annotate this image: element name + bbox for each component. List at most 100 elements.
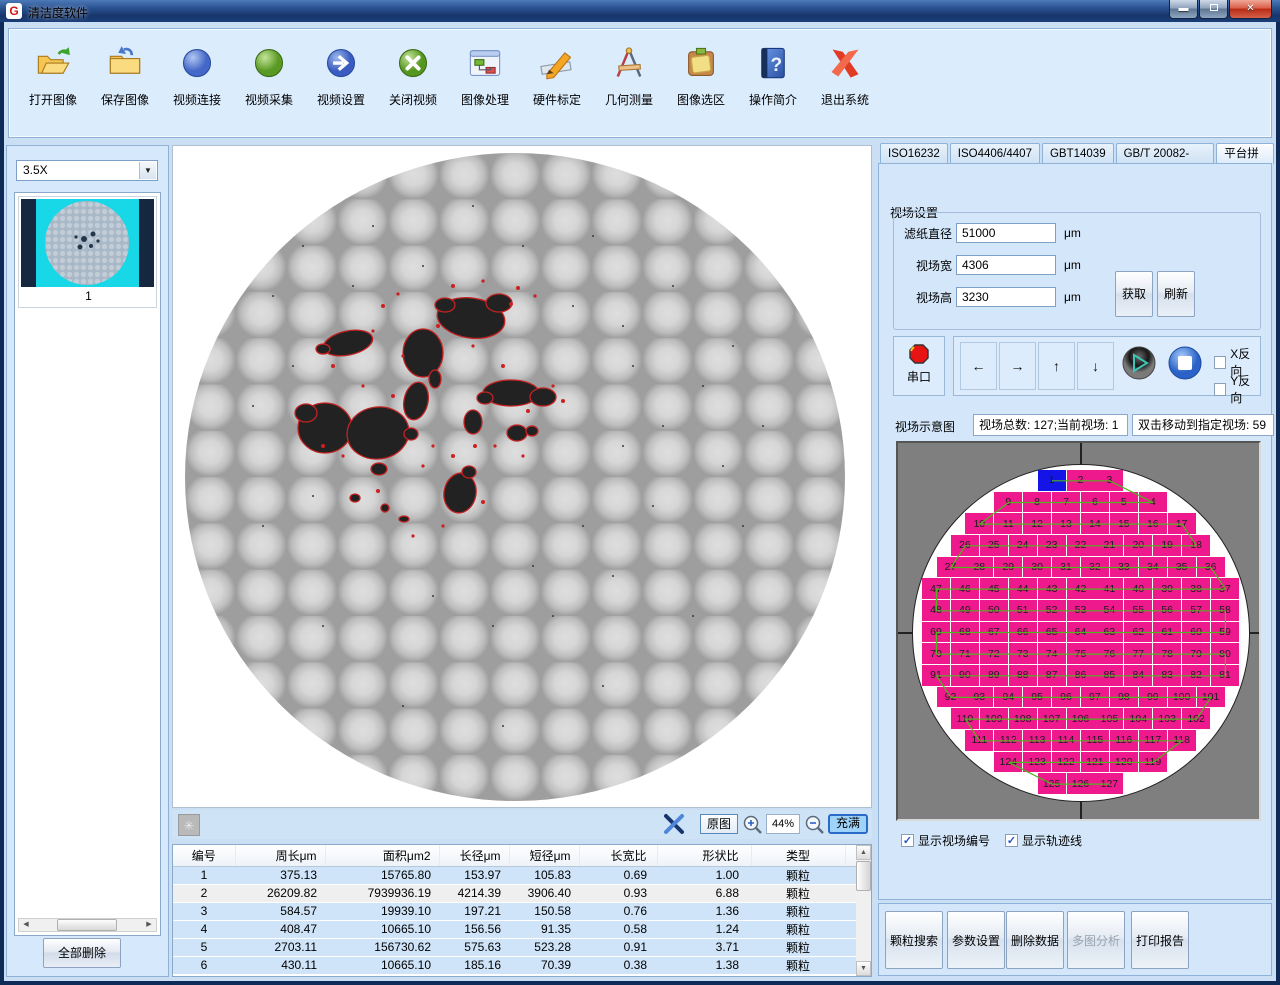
original-size-button[interactable]: 原图 bbox=[700, 814, 738, 834]
field-cell-50[interactable]: 50 bbox=[980, 600, 1008, 621]
field-cell-124[interactable]: 124 bbox=[994, 752, 1022, 773]
field-cell-45[interactable]: 45 bbox=[980, 578, 1008, 599]
field-cell-126[interactable]: 126 bbox=[1067, 773, 1095, 794]
field-cell-113[interactable]: 113 bbox=[1023, 730, 1051, 751]
tab-gbt20082[interactable]: GB/T 20082-2006 bbox=[1116, 143, 1215, 163]
field-cell-107[interactable]: 107 bbox=[1038, 708, 1066, 729]
field-cell-12[interactable]: 12 bbox=[1023, 513, 1051, 534]
particle-search-button[interactable]: 颗粒搜索 bbox=[885, 911, 943, 969]
field-cell-37[interactable]: 37 bbox=[1211, 578, 1239, 599]
field-cell-16[interactable]: 16 bbox=[1139, 513, 1167, 534]
table-row[interactable]: 226209.827939936.194214.393906.400.936.8… bbox=[173, 884, 857, 902]
field-cell-6[interactable]: 6 bbox=[1081, 492, 1109, 513]
goto-field-input[interactable]: 双击移动到指定视场: 59 bbox=[1132, 414, 1274, 436]
delete-data-button[interactable]: 删除数据 bbox=[1006, 911, 1064, 969]
show-field-numbers-checkbox[interactable]: ✓ 显示视场编号 bbox=[901, 832, 990, 849]
tab-iso4406-4407[interactable]: ISO4406/4407 bbox=[950, 143, 1040, 163]
minimize-button[interactable]: ▬ bbox=[1169, 0, 1198, 19]
field-cell-8[interactable]: 8 bbox=[1023, 492, 1051, 513]
field-cell-5[interactable]: 5 bbox=[1110, 492, 1138, 513]
field-cell-116[interactable]: 116 bbox=[1110, 730, 1138, 751]
field-cell-98[interactable]: 98 bbox=[1110, 687, 1138, 708]
field-cell-108[interactable]: 108 bbox=[1009, 708, 1037, 729]
field-cell-114[interactable]: 114 bbox=[1052, 730, 1080, 751]
field-cell-81[interactable]: 81 bbox=[1211, 665, 1239, 686]
field-cell-78[interactable]: 78 bbox=[1153, 643, 1181, 664]
field-cell-120[interactable]: 120 bbox=[1110, 752, 1138, 773]
hscroll-thumb[interactable] bbox=[57, 919, 117, 931]
field-cell-39[interactable]: 39 bbox=[1153, 578, 1181, 599]
magnification-select[interactable]: 3.5X ▼ bbox=[16, 160, 158, 181]
stop-scan-button[interactable] bbox=[1166, 344, 1208, 388]
toolbar-video-capture[interactable]: 视频采集 bbox=[233, 37, 305, 129]
field-cell-30[interactable]: 30 bbox=[1023, 557, 1051, 578]
field-cell-70[interactable]: 70 bbox=[922, 643, 950, 664]
field-cell-117[interactable]: 117 bbox=[1139, 730, 1167, 751]
field-cell-13[interactable]: 13 bbox=[1052, 513, 1080, 534]
field-cell-123[interactable]: 123 bbox=[1023, 752, 1051, 773]
field-cell-2[interactable]: 2 bbox=[1067, 470, 1095, 491]
field-cell-97[interactable]: 97 bbox=[1081, 687, 1109, 708]
field-cell-71[interactable]: 71 bbox=[951, 643, 979, 664]
field-cell-99[interactable]: 99 bbox=[1139, 687, 1167, 708]
field-cell-76[interactable]: 76 bbox=[1095, 643, 1123, 664]
field-cell-62[interactable]: 62 bbox=[1124, 622, 1152, 643]
field-cell-58[interactable]: 58 bbox=[1211, 600, 1239, 621]
col-header[interactable]: 编号 bbox=[173, 845, 235, 866]
field-cell-57[interactable]: 57 bbox=[1182, 600, 1210, 621]
field-cell-93[interactable]: 93 bbox=[965, 687, 993, 708]
field-cell-47[interactable]: 47 bbox=[922, 578, 950, 599]
field-cell-54[interactable]: 54 bbox=[1095, 600, 1123, 621]
field-cell-21[interactable]: 21 bbox=[1095, 535, 1123, 556]
col-header[interactable]: 短径μm bbox=[509, 845, 579, 866]
field-cell-118[interactable]: 118 bbox=[1168, 730, 1196, 751]
field-cell-84[interactable]: 84 bbox=[1124, 665, 1152, 686]
field-cell-121[interactable]: 121 bbox=[1081, 752, 1109, 773]
field-cell-85[interactable]: 85 bbox=[1095, 665, 1123, 686]
col-header[interactable]: 长径μm bbox=[439, 845, 509, 866]
tab-gbt14039[interactable]: GBT14039 bbox=[1042, 143, 1114, 163]
field-cell-112[interactable]: 112 bbox=[994, 730, 1022, 751]
field-cell-38[interactable]: 38 bbox=[1182, 578, 1210, 599]
field-cell-32[interactable]: 32 bbox=[1081, 557, 1109, 578]
field-width-input[interactable]: 4306 bbox=[956, 255, 1056, 275]
col-header[interactable]: 长宽比 bbox=[579, 845, 657, 866]
table-row[interactable]: 3584.5719939.10197.21150.580.761.36颗粒 bbox=[173, 902, 857, 920]
field-cell-67[interactable]: 67 bbox=[980, 622, 1008, 643]
field-cell-26[interactable]: 26 bbox=[951, 535, 979, 556]
field-cell-35[interactable]: 35 bbox=[1168, 557, 1196, 578]
field-cell-56[interactable]: 56 bbox=[1153, 600, 1181, 621]
snowflake-icon[interactable]: ✳ bbox=[178, 814, 200, 836]
tab-platform-mosaic[interactable]: 平台拼图 bbox=[1216, 143, 1274, 164]
field-cell-90[interactable]: 90 bbox=[951, 665, 979, 686]
field-cell-65[interactable]: 65 bbox=[1038, 622, 1066, 643]
field-cell-60[interactable]: 60 bbox=[1182, 622, 1210, 643]
field-map[interactable]: 1239876541011121314151617262524232221201… bbox=[896, 441, 1261, 821]
field-cell-33[interactable]: 33 bbox=[1110, 557, 1138, 578]
table-row[interactable]: 4408.4710665.10156.5691.350.581.24颗粒 bbox=[173, 920, 857, 938]
toolbar-geometric-measurement[interactable]: 几何测量 bbox=[593, 37, 665, 129]
field-cell-53[interactable]: 53 bbox=[1067, 600, 1095, 621]
field-cell-28[interactable]: 28 bbox=[965, 557, 993, 578]
field-cell-66[interactable]: 66 bbox=[1009, 622, 1037, 643]
field-cell-24[interactable]: 24 bbox=[1009, 535, 1037, 556]
field-cell-9[interactable]: 9 bbox=[994, 492, 1022, 513]
close-button[interactable]: ✕ bbox=[1229, 0, 1272, 19]
toolbar-exit-system[interactable]: 退出系统 bbox=[809, 37, 881, 129]
field-cell-4[interactable]: 4 bbox=[1139, 492, 1167, 513]
field-cell-20[interactable]: 20 bbox=[1124, 535, 1152, 556]
field-cell-92[interactable]: 92 bbox=[937, 687, 965, 708]
field-cell-127[interactable]: 127 bbox=[1095, 773, 1123, 794]
field-cell-64[interactable]: 64 bbox=[1067, 622, 1095, 643]
toolbar-video-connect[interactable]: 视频连接 bbox=[161, 37, 233, 129]
field-cell-10[interactable]: 10 bbox=[965, 513, 993, 534]
scroll-down-icon[interactable]: ▼ bbox=[856, 961, 871, 976]
serial-port-button[interactable]: 串口 bbox=[893, 336, 945, 396]
move-down-button[interactable]: ↓ bbox=[1077, 342, 1114, 390]
field-cell-94[interactable]: 94 bbox=[994, 687, 1022, 708]
table-row[interactable]: 52703.11156730.62575.63523.280.913.71颗粒 bbox=[173, 938, 857, 956]
col-header[interactable]: 周长μm bbox=[235, 845, 325, 866]
field-cell-110[interactable]: 110 bbox=[951, 708, 979, 729]
field-cell-95[interactable]: 95 bbox=[1023, 687, 1051, 708]
field-cell-74[interactable]: 74 bbox=[1038, 643, 1066, 664]
